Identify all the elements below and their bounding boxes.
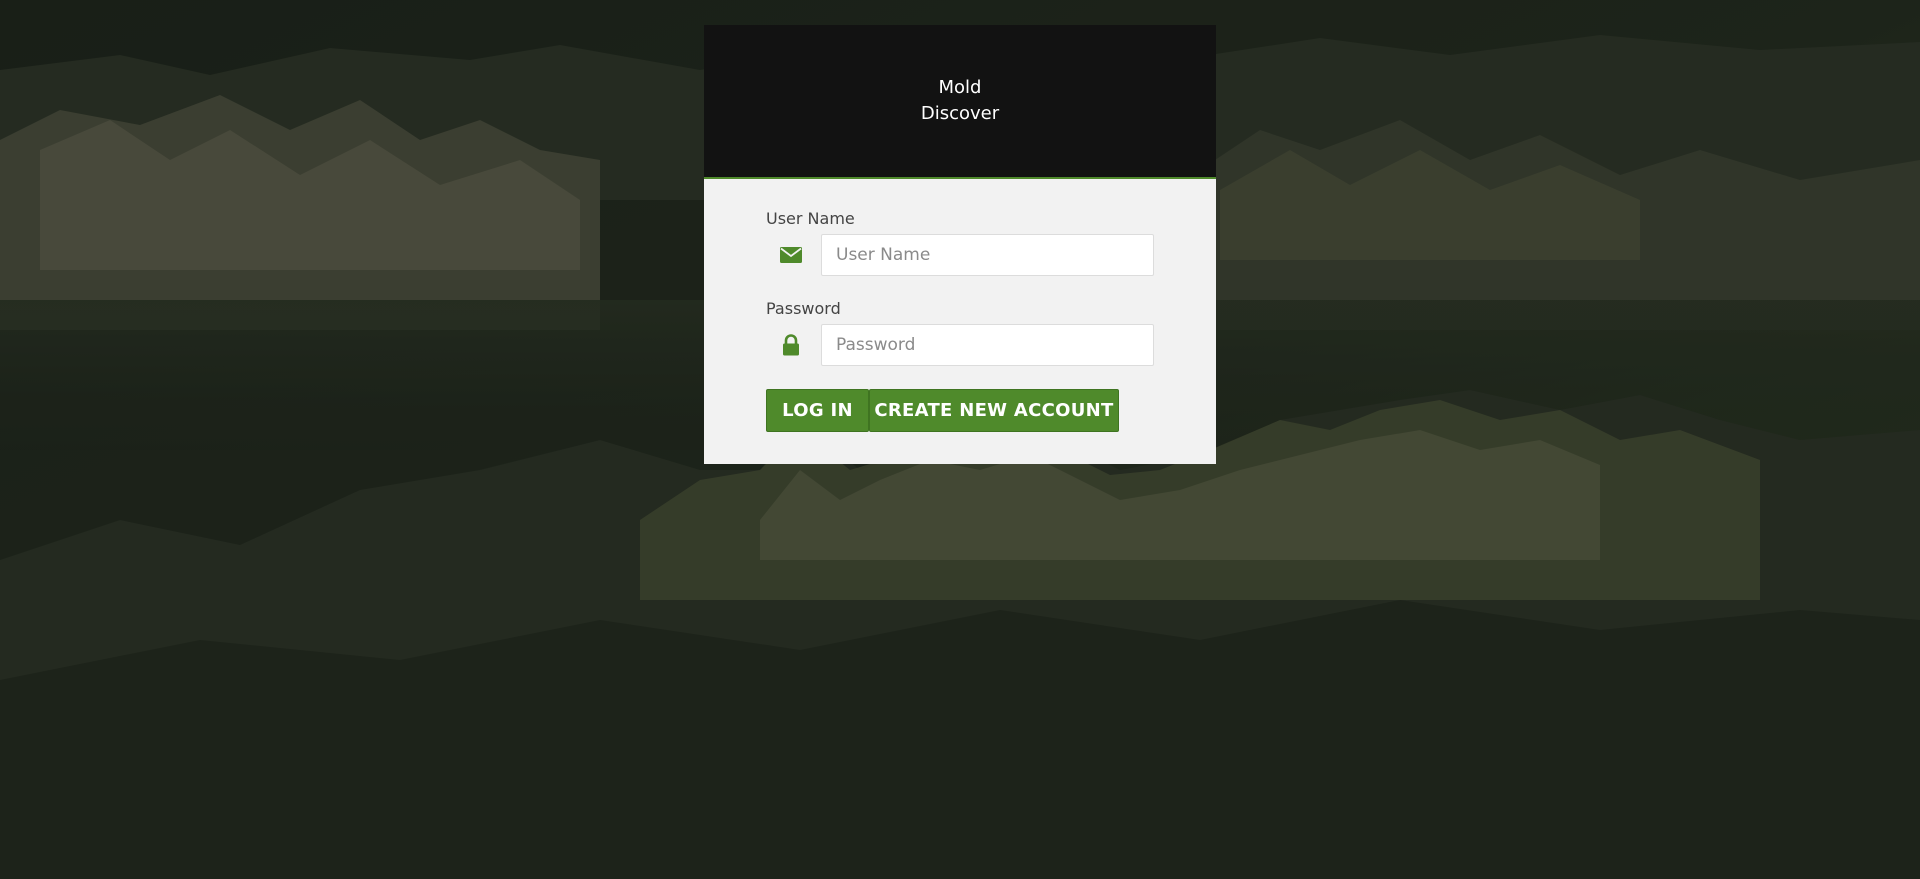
username-row bbox=[766, 234, 1154, 276]
login-form: User Name Password LOG IN CREATE NE bbox=[704, 179, 1216, 464]
username-label: User Name bbox=[766, 209, 855, 228]
login-card: Mold Discover User Name Password bbox=[704, 25, 1216, 464]
card-header: Mold Discover bbox=[704, 25, 1216, 179]
brand-title-line2: Discover bbox=[920, 103, 1000, 124]
lock-icon bbox=[779, 333, 803, 357]
login-button[interactable]: LOG IN bbox=[766, 389, 869, 432]
brand-title-line1: Mold bbox=[938, 77, 982, 98]
password-label: Password bbox=[766, 299, 841, 318]
envelope-icon bbox=[779, 243, 803, 267]
password-row bbox=[766, 324, 1154, 366]
button-row: LOG IN CREATE NEW ACCOUNT bbox=[766, 389, 1119, 432]
username-input[interactable] bbox=[821, 234, 1154, 276]
create-account-button[interactable]: CREATE NEW ACCOUNT bbox=[869, 389, 1119, 432]
password-input[interactable] bbox=[821, 324, 1154, 366]
